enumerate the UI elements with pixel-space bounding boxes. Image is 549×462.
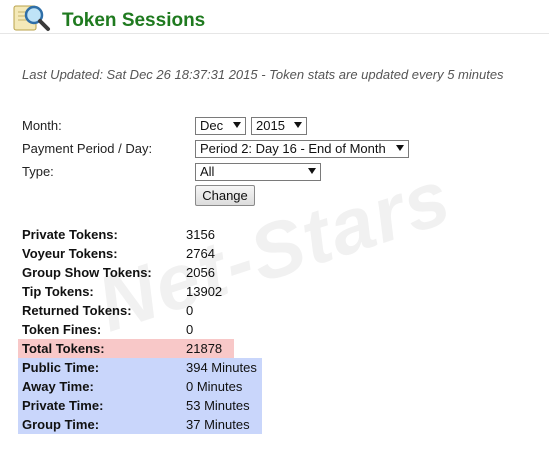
time-label: Away Time: [22,379,94,394]
time-row-group: Group Time: 37 Minutes [18,415,262,434]
month-select[interactable]: Dec [195,117,246,135]
magnifier-icon [8,2,54,34]
type-select-value: All [200,164,215,179]
year-select[interactable]: 2015 [251,117,307,135]
chevron-down-icon [294,122,302,128]
stat-label: Token Fines: [22,322,102,337]
time-value: 0 Minutes [186,379,243,394]
stat-value: 2056 [186,265,215,280]
month-select-value: Dec [200,118,224,133]
stat-value: 3156 [186,227,215,242]
stat-value: 0 [186,322,194,337]
stat-value: 21878 [186,341,223,356]
stat-value: 13902 [186,284,223,299]
time-value: 37 Minutes [186,417,250,432]
header-divider [0,33,549,34]
time-label: Private Time: [22,398,104,413]
page-title: Token Sessions [62,10,206,31]
stat-row-tip-tokens: Tip Tokens: 13902 [18,282,258,301]
time-label: Group Time: [22,417,100,432]
chevron-down-icon [233,122,241,128]
time-row-public: Public Time: 394 Minutes [18,358,262,377]
stat-label: Total Tokens: [22,341,105,356]
stat-row-voyeur-tokens: Voyeur Tokens: 2764 [18,244,258,263]
chevron-down-icon [308,168,316,174]
time-row-away: Away Time: 0 Minutes [18,377,262,396]
stat-row-private-tokens: Private Tokens: 3156 [18,225,258,244]
type-select[interactable]: All [195,163,321,181]
stat-label: Returned Tokens: [22,303,132,318]
stat-label: Tip Tokens: [22,284,94,299]
stat-row-total-tokens: Total Tokens: 21878 [18,339,234,358]
year-select-value: 2015 [256,118,285,133]
type-label: Type: [22,164,54,179]
change-button[interactable]: Change [195,185,255,206]
period-select-value: Period 2: Day 16 - End of Month [200,141,386,156]
chevron-down-icon [396,145,404,151]
stat-label: Private Tokens: [22,227,118,242]
stat-row-returned-tokens: Returned Tokens: 0 [18,301,258,320]
time-row-private: Private Time: 53 Minutes [18,396,262,415]
time-value: 394 Minutes [186,360,257,375]
time-label: Public Time: [22,360,100,375]
stat-row-token-fines: Token Fines: 0 [18,320,258,339]
last-updated-text: Last Updated: Sat Dec 26 18:37:31 2015 -… [22,67,504,82]
month-label: Month: [22,118,62,133]
page-header: Token Sessions [0,0,549,38]
stat-value: 2764 [186,246,215,261]
stat-value: 0 [186,303,194,318]
stat-label: Voyeur Tokens: [22,246,118,261]
period-select[interactable]: Period 2: Day 16 - End of Month [195,140,409,158]
stat-label: Group Show Tokens: [22,265,152,280]
period-label: Payment Period / Day: [22,141,153,156]
stat-row-group-show-tokens: Group Show Tokens: 2056 [18,263,258,282]
time-value: 53 Minutes [186,398,250,413]
